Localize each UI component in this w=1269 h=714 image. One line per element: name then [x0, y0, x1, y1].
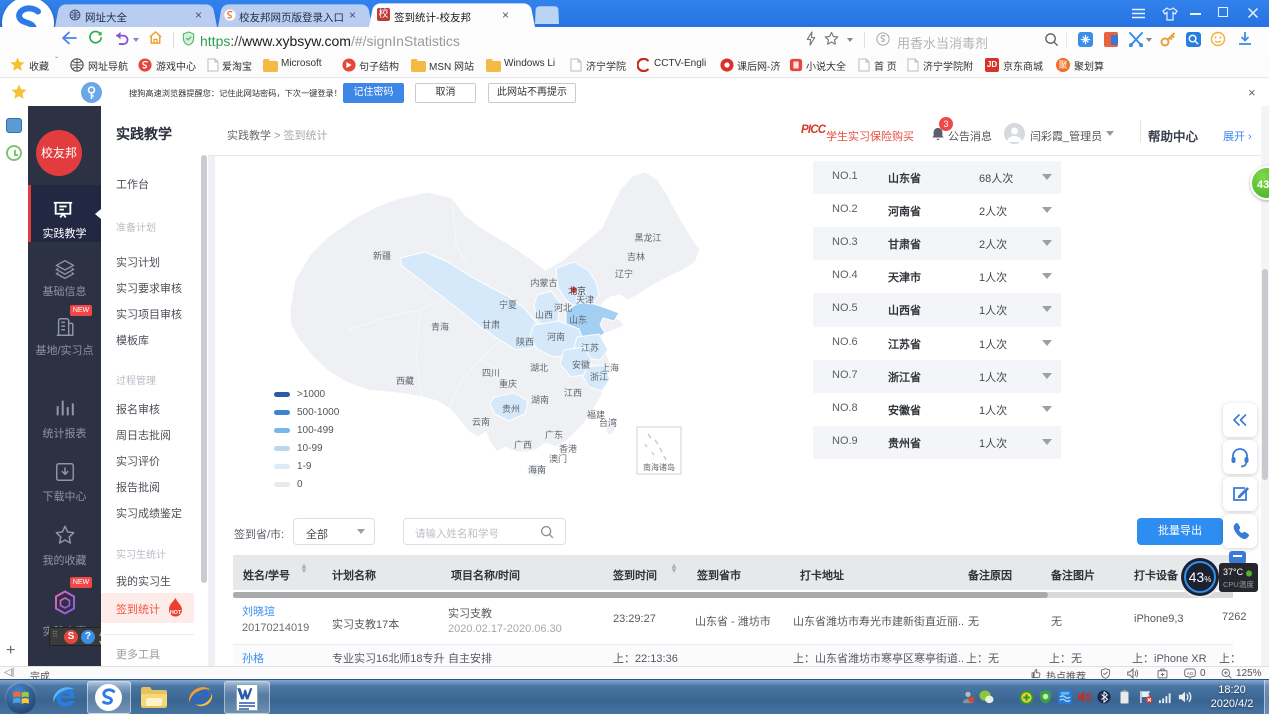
- svg-text:云南: 云南: [472, 416, 490, 427]
- svg-text:安徽: 安徽: [572, 359, 590, 370]
- svg-text:黑龙江: 黑龙江: [634, 232, 661, 243]
- svg-text:西藏: 西藏: [396, 375, 414, 386]
- svg-text:海南: 海南: [528, 464, 546, 475]
- svg-text:湖北: 湖北: [530, 363, 548, 373]
- svg-text:北京: 北京: [568, 285, 586, 296]
- svg-text:江西: 江西: [564, 388, 582, 398]
- svg-text:广东: 广东: [545, 429, 563, 440]
- svg-text:甘肃: 甘肃: [482, 319, 500, 330]
- svg-text:山西: 山西: [535, 310, 553, 320]
- svg-text:澳门: 澳门: [549, 453, 567, 464]
- svg-text:宁夏: 宁夏: [499, 299, 517, 310]
- svg-text:山东: 山东: [569, 314, 587, 325]
- svg-text:内蒙古: 内蒙古: [530, 277, 557, 288]
- svg-text:香港: 香港: [559, 443, 577, 454]
- svg-text:浙江: 浙江: [590, 371, 608, 382]
- svg-text:辽宁: 辽宁: [615, 268, 633, 279]
- svg-text:吉林: 吉林: [627, 251, 645, 262]
- svg-text:河北: 河北: [554, 302, 572, 313]
- svg-text:新疆: 新疆: [373, 250, 391, 261]
- svg-text:AD: AD: [1187, 671, 1194, 677]
- svg-text:青海: 青海: [431, 321, 449, 332]
- svg-text:河南: 河南: [547, 331, 565, 342]
- svg-text:江苏: 江苏: [581, 342, 599, 353]
- svg-text:四川: 四川: [482, 368, 500, 378]
- svg-text:贵州: 贵州: [502, 403, 520, 414]
- svg-text:陕西: 陕西: [516, 336, 534, 347]
- svg-text:南海诸岛: 南海诸岛: [643, 462, 675, 472]
- svg-text:重庆: 重庆: [499, 378, 517, 389]
- svg-text:台湾: 台湾: [599, 417, 617, 428]
- svg-text:广西: 广西: [514, 439, 532, 450]
- svg-text:湖南: 湖南: [531, 394, 549, 405]
- svg-text:天津: 天津: [576, 295, 594, 305]
